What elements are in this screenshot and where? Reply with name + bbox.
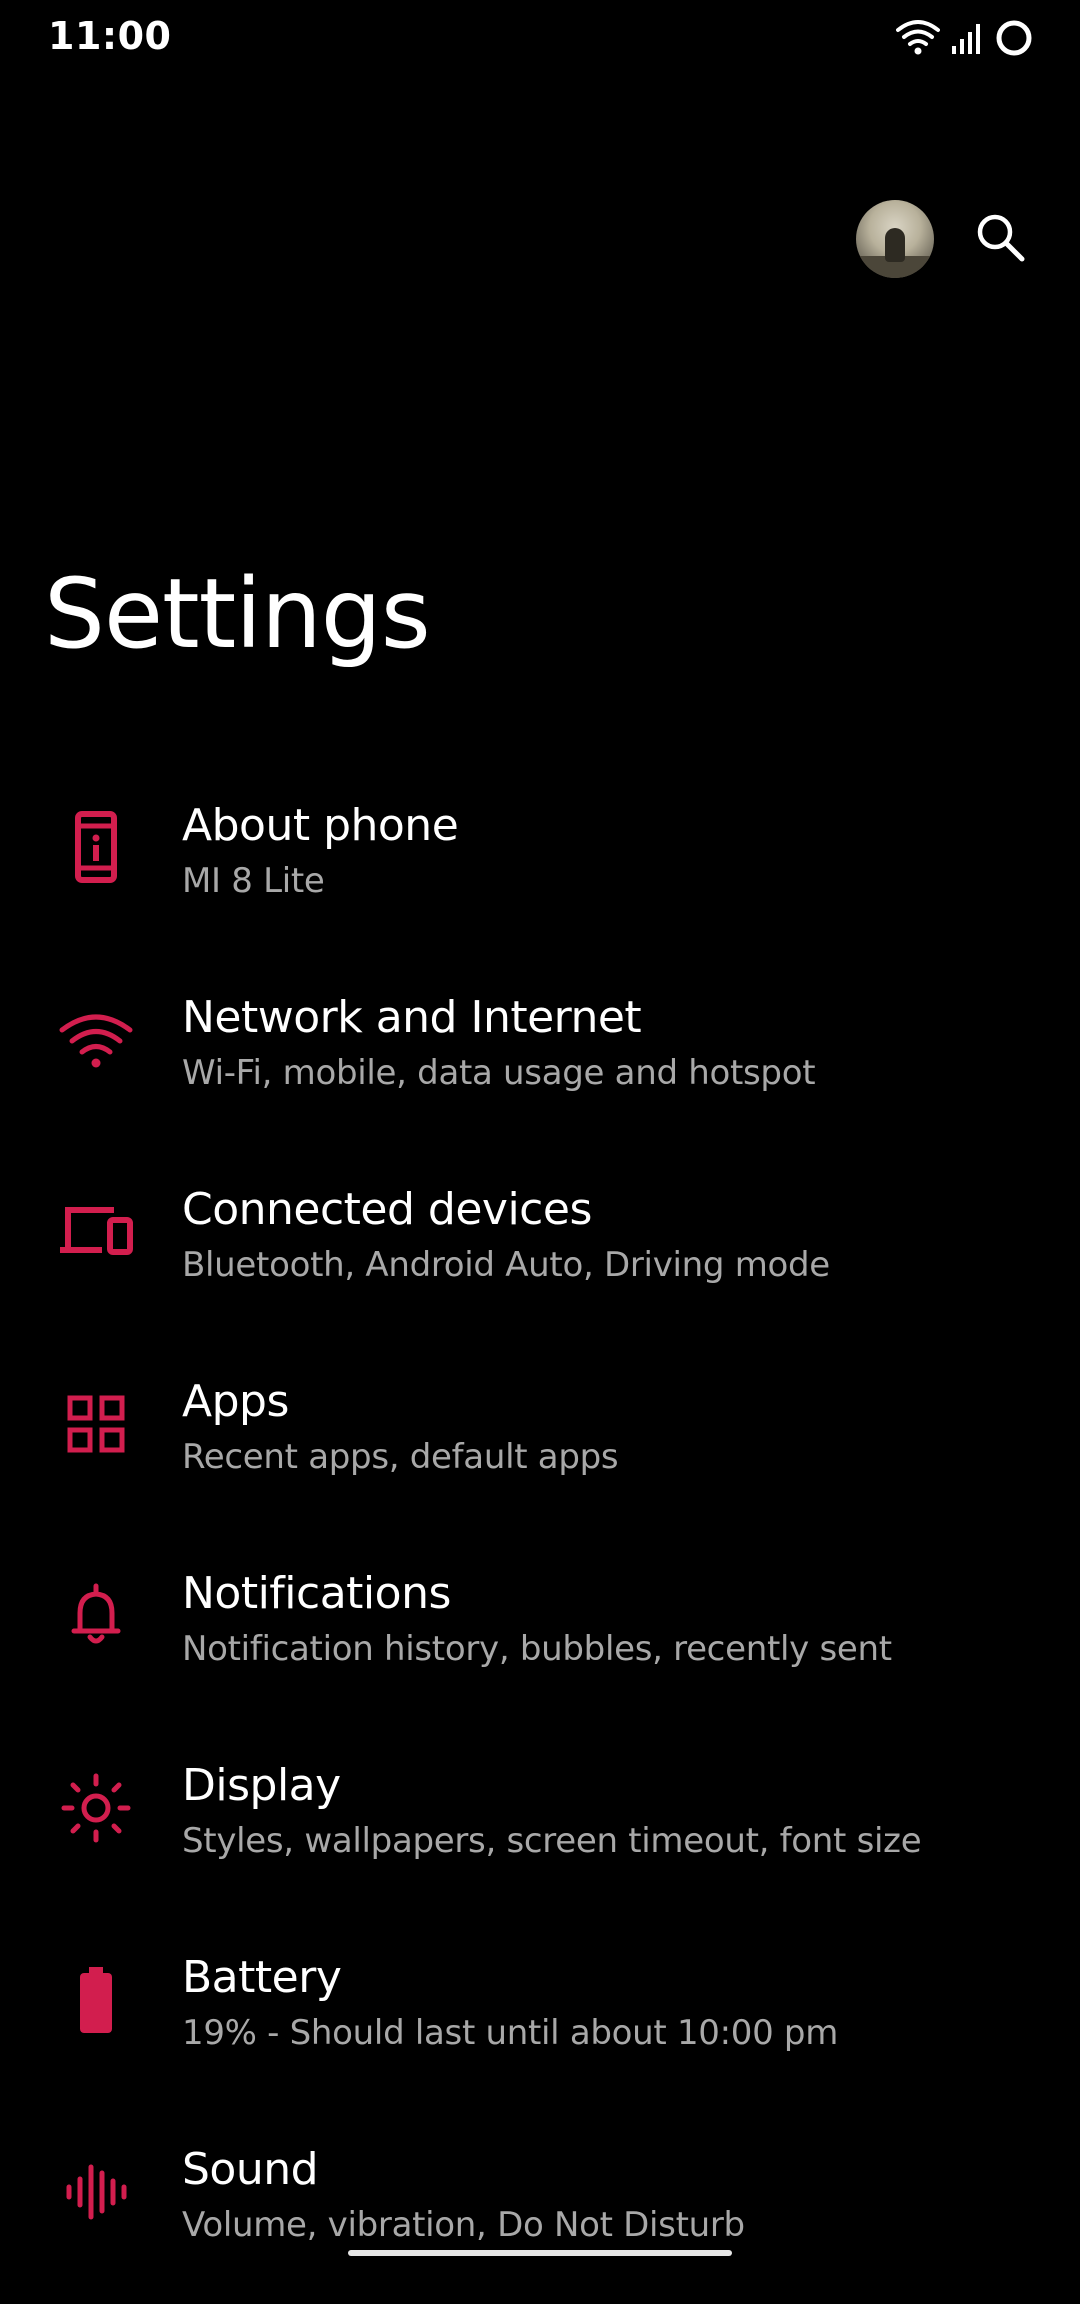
settings-item-summary: Bluetooth, Android Auto, Driving mode: [182, 1245, 830, 1285]
settings-item-text: Display Styles, wallpapers, screen timeo…: [182, 1758, 1040, 1866]
wifi-status-icon: [896, 18, 940, 62]
settings-list: About phone MI 8 Lite Network and Intern…: [0, 768, 1080, 2304]
settings-item-text: Apps Recent apps, default apps: [182, 1374, 1040, 1482]
settings-item-summary: Styles, wallpapers, screen timeout, font…: [182, 1821, 922, 1861]
wifi-icon: [56, 1000, 136, 1080]
search-button[interactable]: [970, 209, 1030, 269]
settings-item-text: Notifications Notification history, bubb…: [182, 1566, 1040, 1674]
phone-info-icon: [56, 808, 136, 888]
settings-item-title: Network and Internet: [182, 992, 642, 1043]
settings-item-text: Connected devices Bluetooth, Android Aut…: [182, 1182, 1040, 1290]
settings-item-summary: 19% - Should last until about 10:00 pm: [182, 2013, 839, 2053]
settings-item-title: Notifications: [182, 1568, 451, 1619]
settings-item-connected-devices[interactable]: Connected devices Bluetooth, Android Aut…: [0, 1152, 1080, 1344]
account-avatar[interactable]: [856, 200, 934, 278]
search-icon: [973, 210, 1027, 268]
sound-wave-icon: [56, 2152, 136, 2232]
page-title: Settings: [44, 558, 431, 670]
apps-grid-icon: [56, 1384, 136, 1464]
settings-item-text: About phone MI 8 Lite: [182, 798, 1040, 906]
settings-item-title: Connected devices: [182, 1184, 592, 1235]
settings-item-battery[interactable]: Battery 19% - Should last until about 10…: [0, 1920, 1080, 2112]
settings-item-display[interactable]: Display Styles, wallpapers, screen timeo…: [0, 1728, 1080, 1920]
settings-item-text: Battery 19% - Should last until about 10…: [182, 1950, 1040, 2058]
devices-icon: [56, 1192, 136, 1272]
settings-item-summary: MI 8 Lite: [182, 861, 325, 901]
gesture-nav-handle[interactable]: [348, 2250, 732, 2256]
brightness-icon: [56, 1768, 136, 1848]
settings-item-title: Apps: [182, 1376, 289, 1427]
settings-item-title: About phone: [182, 800, 459, 851]
settings-item-title: Sound: [182, 2144, 319, 2195]
signal-status-icon: [950, 18, 984, 62]
settings-item-summary: Volume, vibration, Do Not Disturb: [182, 2205, 745, 2245]
battery-status-icon: [994, 18, 1034, 62]
settings-item-about-phone[interactable]: About phone MI 8 Lite: [0, 768, 1080, 960]
settings-item-summary: Wi-Fi, mobile, data usage and hotspot: [182, 1053, 816, 1093]
settings-item-notifications[interactable]: Notifications Notification history, bubb…: [0, 1536, 1080, 1728]
status-icons: [896, 18, 1034, 62]
settings-item-summary: Recent apps, default apps: [182, 1437, 619, 1477]
settings-item-network[interactable]: Network and Internet Wi-Fi, mobile, data…: [0, 960, 1080, 1152]
settings-item-text: Network and Internet Wi-Fi, mobile, data…: [182, 990, 1040, 1098]
settings-item-summary: Notification history, bubbles, recently …: [182, 1629, 892, 1669]
status-bar: 11:00: [0, 0, 1080, 80]
bell-icon: [56, 1576, 136, 1656]
battery-icon: [56, 1960, 136, 2040]
status-time: 11:00: [48, 14, 172, 58]
settings-item-sound[interactable]: Sound Volume, vibration, Do Not Disturb: [0, 2112, 1080, 2304]
top-actions: [856, 200, 1030, 278]
settings-item-title: Battery: [182, 1952, 342, 2003]
settings-item-title: Display: [182, 1760, 341, 1811]
settings-item-text: Sound Volume, vibration, Do Not Disturb: [182, 2142, 1040, 2250]
avatar-image-figure: [885, 228, 905, 262]
settings-item-apps[interactable]: Apps Recent apps, default apps: [0, 1344, 1080, 1536]
